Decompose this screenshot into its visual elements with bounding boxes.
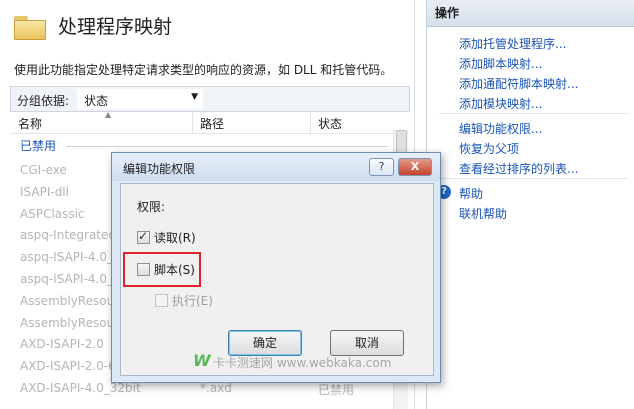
- table-cell-state: 已禁用: [318, 383, 355, 397]
- ok-button[interactable]: 确定: [228, 330, 302, 356]
- script-checkbox[interactable]: [137, 263, 150, 276]
- group-by-label: 分组依据:: [17, 94, 70, 108]
- group-by-bar: 分组依据: 状态 ▼: [10, 86, 410, 112]
- table-row[interactable]: AssemblyResou: [20, 316, 114, 330]
- table-row[interactable]: ASPClassic: [20, 207, 85, 221]
- dialog-close-button[interactable]: X: [398, 158, 432, 176]
- folder-icon: [14, 14, 46, 40]
- read-checkbox[interactable]: [137, 229, 150, 244]
- group-divider: [66, 146, 388, 147]
- read-checkbox-label[interactable]: 读取(R): [154, 229, 196, 246]
- column-name[interactable]: 名称: [18, 115, 42, 132]
- action-view-ordered-list[interactable]: 查看经过排序的列表...: [459, 160, 578, 177]
- table-row[interactable]: AXD-ISAPI-2.0: [20, 337, 104, 351]
- dropdown-arrow-icon: ▼: [191, 92, 198, 102]
- group-by-select[interactable]: 状态 ▼: [77, 89, 203, 109]
- table-row[interactable]: ISAPI-dll: [20, 185, 69, 199]
- table-cell-path: *.axd: [200, 381, 232, 395]
- execute-checkbox-label: 执行(E): [172, 294, 213, 308]
- group-header-disabled[interactable]: 已禁用: [20, 137, 56, 154]
- cancel-button[interactable]: 取消: [330, 330, 404, 356]
- dialog-body: 权限: 读取(R) 脚本(S) 执行(E) 确定 取消: [120, 183, 434, 376]
- execute-checkbox: [155, 294, 168, 307]
- dialog-help-button[interactable]: ?: [369, 158, 394, 176]
- table-row[interactable]: aspq-ISAPI-4.0_: [20, 250, 113, 264]
- dialog-titlebar[interactable]: 编辑功能权限 ? X: [112, 153, 440, 181]
- actions-separator: [439, 113, 629, 114]
- action-help[interactable]: 帮助: [459, 185, 483, 202]
- actions-separator: [439, 178, 629, 179]
- action-add-module-map[interactable]: 添加模块映射...: [459, 95, 542, 112]
- column-header: 名称 ▲ 路径 状态: [10, 110, 408, 134]
- watermark-logo: W: [193, 351, 211, 370]
- table-row[interactable]: AXD-ISAPI-2.0-6: [20, 359, 116, 373]
- script-checkbox-label[interactable]: 脚本(S): [154, 261, 195, 278]
- table-row[interactable]: AXD-ISAPI-4.0_32bit: [20, 381, 141, 395]
- column-path[interactable]: 路径: [200, 115, 224, 132]
- permissions-label: 权限:: [137, 200, 166, 214]
- watermark-text: 卡卡测速网 www.webkaka.com: [213, 356, 392, 370]
- table-row[interactable]: CGI-exe: [20, 163, 67, 177]
- group-by-value: 状态: [84, 94, 109, 108]
- sort-ascending-icon: ▲: [105, 110, 112, 119]
- action-add-managed-handler[interactable]: 添加托管处理程序...: [459, 35, 566, 52]
- table-row[interactable]: AssemblyResou: [20, 294, 114, 308]
- column-state[interactable]: 状态: [318, 115, 342, 132]
- action-add-script-map[interactable]: 添加脚本映射...: [459, 55, 542, 72]
- action-revert-to-parent[interactable]: 恢复为父项: [459, 140, 519, 157]
- action-add-wildcard-script-map[interactable]: 添加通配符脚本映射...: [459, 75, 578, 92]
- page-description: 使用此功能指定处理特定请求类型的响应的资源，如 DLL 和托管代码。: [14, 63, 393, 77]
- action-online-help[interactable]: 联机帮助: [459, 205, 507, 222]
- table-row[interactable]: aspq-Integrated: [20, 228, 116, 242]
- page-title: 处理程序映射: [58, 16, 173, 38]
- action-edit-feature-permissions[interactable]: 编辑功能权限...: [459, 120, 542, 137]
- actions-pane: 操作 添加托管处理程序... 添加脚本映射... 添加通配符脚本映射... 添加…: [426, 0, 634, 409]
- table-row[interactable]: aspq-ISAPI-4.0_: [20, 272, 113, 286]
- actions-header: 操作: [427, 0, 634, 27]
- edit-feature-permissions-dialog: 编辑功能权限 ? X 权限: 读取(R) 脚本(S) 执行(E) 确定 取消: [111, 152, 441, 383]
- dialog-title: 编辑功能权限: [123, 162, 196, 176]
